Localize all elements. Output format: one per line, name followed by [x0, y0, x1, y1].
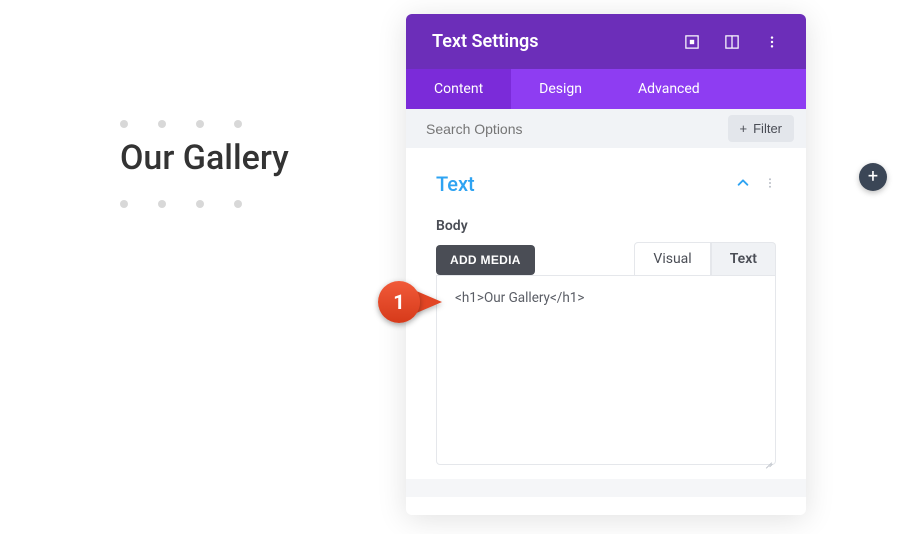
module-handle-top[interactable] — [120, 120, 289, 128]
page-preview: Our Gallery — [120, 120, 289, 208]
filter-button[interactable]: + Filter — [728, 115, 794, 142]
filter-label: Filter — [753, 121, 782, 136]
panel-header: Text Settings — [406, 14, 806, 69]
search-input[interactable] — [426, 121, 718, 137]
editor-tab-text[interactable]: Text — [711, 242, 776, 275]
section-more-icon[interactable] — [764, 175, 776, 194]
editor-tab-visual[interactable]: Visual — [634, 242, 710, 275]
more-vertical-icon[interactable] — [764, 34, 780, 50]
next-section-peek — [406, 479, 806, 515]
text-section: Text Body ADD MEDIA Visual Text — [406, 148, 806, 479]
add-media-button[interactable]: ADD MEDIA — [436, 245, 535, 275]
tab-design[interactable]: Design — [511, 69, 610, 109]
text-settings-panel: Text Settings Content Design Advanced — [406, 14, 806, 515]
body-label: Body — [436, 218, 776, 234]
module-handle-bottom[interactable] — [120, 200, 289, 208]
editor-tabs: Visual Text — [634, 242, 776, 275]
chevron-up-icon[interactable] — [736, 175, 750, 194]
search-row: + Filter — [406, 109, 806, 148]
settings-tabs: Content Design Advanced — [406, 69, 806, 109]
tab-content[interactable]: Content — [406, 69, 511, 109]
floating-add-button[interactable]: + — [859, 163, 887, 191]
panel-title: Text Settings — [432, 31, 539, 52]
preview-heading: Our Gallery — [120, 138, 289, 178]
section-title: Text — [436, 172, 475, 196]
columns-icon[interactable] — [724, 34, 740, 50]
plus-icon: + — [868, 168, 878, 186]
plus-icon: + — [740, 121, 748, 136]
tab-advanced[interactable]: Advanced — [610, 69, 728, 109]
square-target-icon[interactable] — [684, 34, 700, 50]
body-editor[interactable] — [436, 275, 776, 465]
